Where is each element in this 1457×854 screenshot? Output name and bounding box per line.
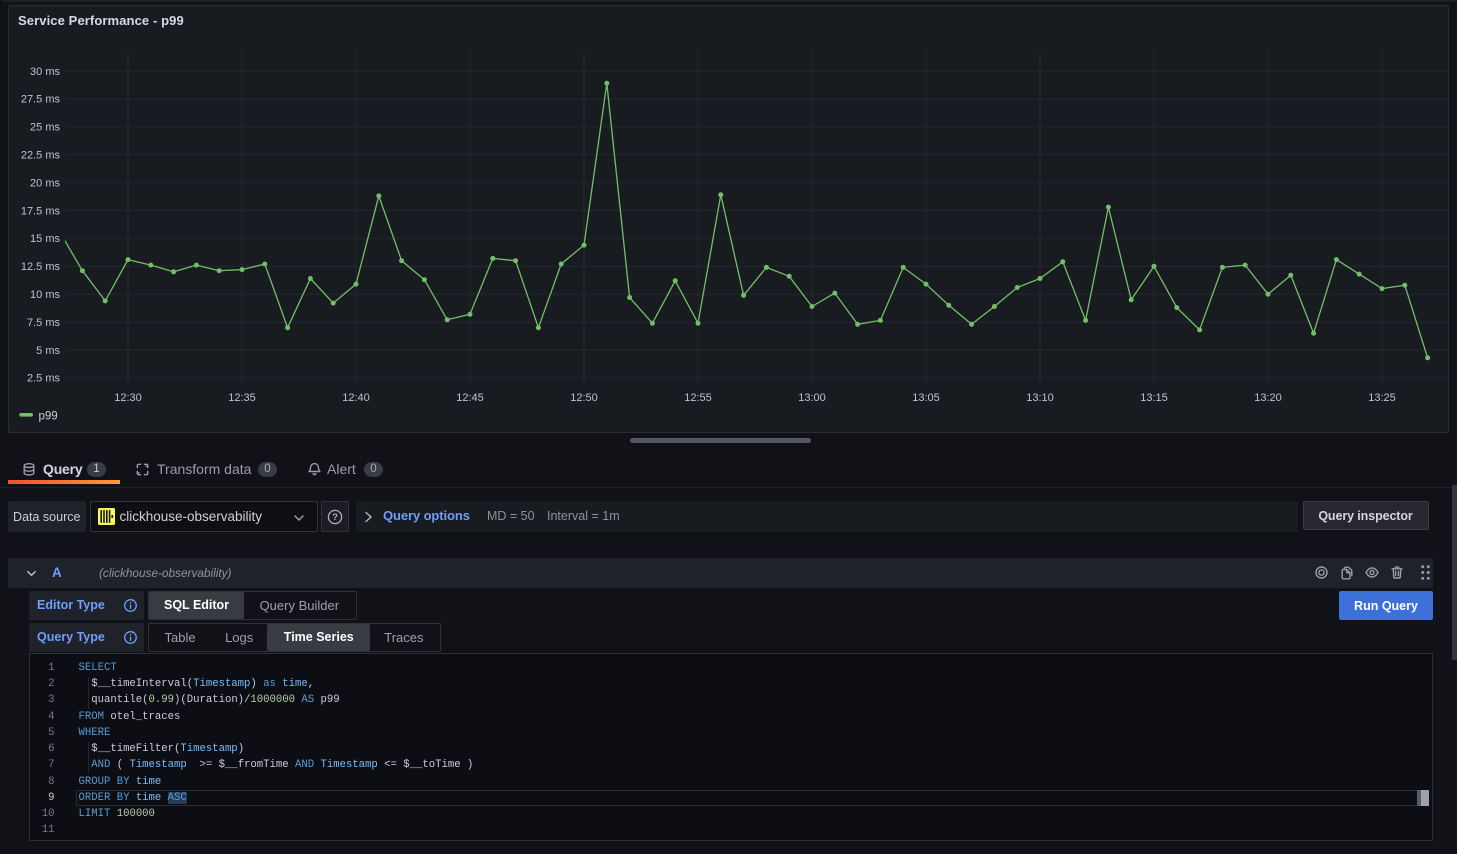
svg-text:22.5 ms: 22.5 ms [21,150,61,162]
svg-text:13:20: 13:20 [1254,392,1282,404]
svg-text:20 ms: 20 ms [30,177,60,189]
svg-text:12:40: 12:40 [342,392,370,404]
svg-text:17.5 ms: 17.5 ms [21,205,61,217]
svg-text:25 ms: 25 ms [30,122,60,134]
svg-text:10 ms: 10 ms [30,289,60,301]
svg-text:27.5 ms: 27.5 ms [21,94,61,106]
svg-text:12:30: 12:30 [114,392,142,404]
svg-text:13:00: 13:00 [798,392,826,404]
svg-text:12:50: 12:50 [570,392,598,404]
svg-text:15 ms: 15 ms [30,233,60,245]
svg-text:13:15: 13:15 [1140,392,1168,404]
svg-text:5 ms: 5 ms [36,345,60,357]
svg-text:2.5 ms: 2.5 ms [27,373,61,385]
svg-text:12:35: 12:35 [228,392,256,404]
svg-text:?: ? [332,512,338,523]
svg-text:12:45: 12:45 [456,392,484,404]
svg-text:p99: p99 [39,411,58,423]
svg-text:13:25: 13:25 [1368,392,1396,404]
svg-text:13:05: 13:05 [912,392,940,404]
svg-text:7.5 ms: 7.5 ms [27,317,61,329]
svg-text:30 ms: 30 ms [30,66,60,78]
svg-text:12:55: 12:55 [684,392,712,404]
svg-text:12.5 ms: 12.5 ms [21,261,61,273]
svg-text:13:10: 13:10 [1026,392,1054,404]
